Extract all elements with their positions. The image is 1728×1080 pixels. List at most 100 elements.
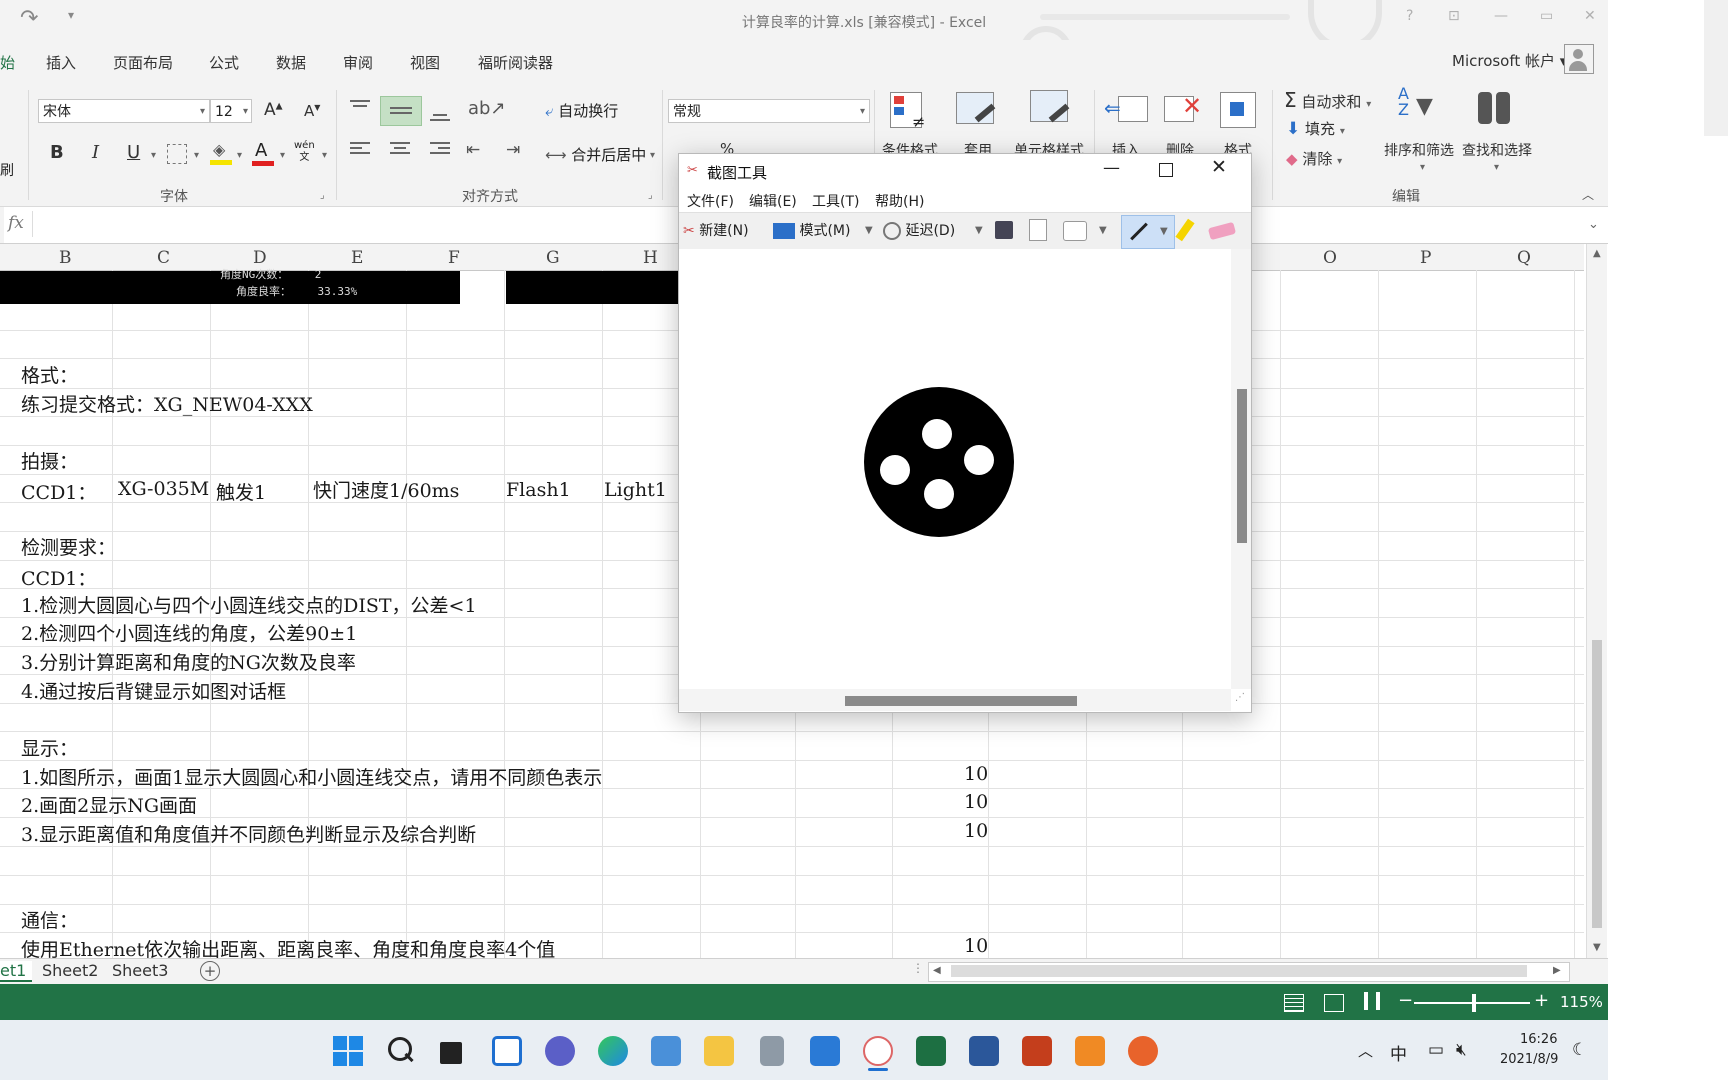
ribbon-display-button[interactable]: ⊡ [1448,8,1460,24]
clock-time[interactable]: 16:26 [1520,1032,1557,1047]
snip-menu-edit[interactable]: 编辑(E) [749,191,797,211]
tab-data[interactable]: 数据 [276,52,306,73]
collapse-ribbon-icon[interactable]: ︿ [1582,186,1594,203]
cell-format-heading[interactable]: 格式： [21,361,78,388]
minimize-button[interactable]: — [1494,8,1508,24]
chevron-down-icon[interactable]: ▾ [1494,162,1499,173]
number-format-box[interactable]: 常规 ▾ [668,99,870,123]
font-size-box[interactable]: 12 ▾ [210,99,252,123]
expand-formula-icon[interactable]: ⌄ [1588,217,1599,232]
chevron-down-icon[interactable]: ▾ [650,150,655,161]
underline-button[interactable]: U [127,142,140,163]
pdf-reader-icon[interactable] [1075,1036,1105,1066]
insert-cells-icon[interactable]: ⇐ [1104,92,1148,132]
sheet-tab-2[interactable]: Sheet2 [42,961,98,980]
fill-button[interactable]: ⬇ 填充 ▾ [1286,118,1345,139]
avatar[interactable] [1564,44,1594,74]
snipping-tool-icon[interactable] [863,1036,893,1066]
page-break-view-icon[interactable] [1364,992,1380,1010]
snip-delay-button[interactable]: 延迟(D) [883,220,955,240]
windows-start-icon[interactable] [333,1036,363,1066]
clock-date[interactable]: 2021/8/9 [1500,1052,1558,1067]
teams-chat-icon[interactable] [545,1036,575,1066]
file-explorer-icon[interactable] [704,1036,734,1066]
cell-display-heading[interactable]: 显示： [21,734,78,761]
font-color-button[interactable]: A [252,140,274,166]
tab-insert[interactable]: 插入 [46,52,76,73]
chevron-down-icon[interactable]: ▾ [1420,162,1425,173]
tab-formulas[interactable]: 公式 [209,52,239,73]
cell-req-1[interactable]: 1.检测大圆圆心与四个小圆连线交点的DIST，公差<1 [21,591,477,618]
pen-tool-button[interactable]: ▼ [1121,215,1175,249]
scroll-left-icon[interactable]: ◀ [933,965,941,976]
cell-score-3[interactable]: 10 [964,820,988,842]
cell-shutter[interactable]: 快门速度1/60ms [313,476,459,503]
snip-minimize-button[interactable]: — [1103,158,1120,178]
dialog-launcher-icon[interactable]: ⌟ [320,190,325,201]
tab-home[interactable]: 始 [0,52,15,73]
orientation-button[interactable]: ab↗ [468,98,506,119]
chevron-down-icon[interactable]: ▼ [975,225,983,236]
copy-icon[interactable] [1029,219,1047,241]
vertical-scroll-thumb[interactable] [1592,640,1602,928]
snip-menu-help[interactable]: 帮助(H) [875,191,924,211]
snip-vertical-scrollbar[interactable] [1231,249,1251,689]
excel-icon[interactable] [916,1036,946,1066]
cell-display-2[interactable]: 2.画面2显示NG画面 [21,791,197,818]
cell-req-3[interactable]: 3.分别计算距离和角度的NG次数及良率 [21,648,356,675]
column-header-q[interactable]: Q [1517,248,1531,268]
chevron-down-icon[interactable]: ▾ [280,150,285,161]
network-icon[interactable]: ▭ [1428,1040,1444,1060]
cell-score-1[interactable]: 10 [964,763,988,785]
zoom-out-button[interactable]: − [1398,990,1413,1011]
column-header-g[interactable]: G [546,248,560,268]
save-icon[interactable] [995,221,1013,239]
zoom-level[interactable]: 115% [1560,993,1603,1011]
cell-format-value[interactable]: 练习提交格式：XG_NEW04-XXX [21,390,313,417]
cell-ccd1[interactable]: CCD1： [21,478,96,505]
chevron-down-icon[interactable]: ▾ [322,150,327,161]
chevron-down-icon[interactable]: ▼ [1099,225,1107,236]
scroll-right-icon[interactable]: ▶ [1553,965,1561,976]
edge-browser-icon[interactable] [598,1036,628,1066]
column-header-d[interactable]: D [253,248,267,268]
binoculars-icon[interactable] [1474,88,1518,128]
align-center-button[interactable] [390,142,410,154]
dialog-launcher-icon[interactable]: ⌟ [648,190,653,201]
horizontal-scrollbar[interactable]: ◀ ▶ [928,962,1570,982]
tab-review[interactable]: 审阅 [343,52,373,73]
cell-style-icon[interactable] [1030,90,1074,130]
column-header-c[interactable]: C [157,248,170,268]
restore-button[interactable]: ▭ [1540,8,1553,24]
input-method-indicator[interactable]: 中 [1390,1040,1407,1065]
tab-split-handle[interactable]: ⋮ [912,961,924,975]
cell-comm-heading[interactable]: 通信： [21,906,78,933]
snip-mode-button[interactable]: 模式(M) [773,220,850,240]
chevron-down-icon[interactable]: ▼ [865,225,873,236]
fill-color-button[interactable]: ◈ [210,140,232,166]
zoom-in-button[interactable]: + [1534,990,1549,1011]
delete-cells-icon[interactable]: ✕ [1162,92,1206,132]
zoom-slider-thumb[interactable] [1472,994,1476,1012]
cell-req-ccd[interactable]: CCD1： [21,564,96,591]
highlighter-icon[interactable] [1175,218,1195,242]
focus-assist-icon[interactable]: ☾ [1572,1040,1587,1060]
shrink-font-button[interactable]: A▼ [304,102,320,120]
align-bottom-button[interactable] [430,114,450,121]
snip-close-button[interactable]: ✕ [1211,156,1227,178]
chevron-down-icon[interactable]: ▾ [194,150,199,161]
merge-center-button[interactable]: ⟷ 合并后居中 [545,144,646,165]
cell-display-3[interactable]: 3.显示距离值和角度值并不同颜色判断显示及综合判断 [21,820,476,847]
chevron-down-icon[interactable]: ▾ [237,150,242,161]
account-menu[interactable]: Microsoft 帐户 ▾ [1452,50,1567,71]
mail-icon[interactable] [651,1036,681,1066]
sort-filter-icon[interactable]: AZ ▼ [1396,86,1440,126]
cell-display-1[interactable]: 1.如图所示，画面1显示大圆圆心和小圆连线交点，请用不同颜色表示 [21,763,602,790]
conditional-format-icon[interactable]: ≠ [888,92,932,132]
function-icon[interactable]: fx [8,213,24,233]
snip-vertical-thumb[interactable] [1237,389,1247,543]
column-header-e[interactable]: E [351,248,363,268]
grow-font-button[interactable]: A▲ [264,100,283,120]
snip-horizontal-thumb[interactable] [845,696,1077,706]
format-cells-icon[interactable] [1218,90,1262,130]
